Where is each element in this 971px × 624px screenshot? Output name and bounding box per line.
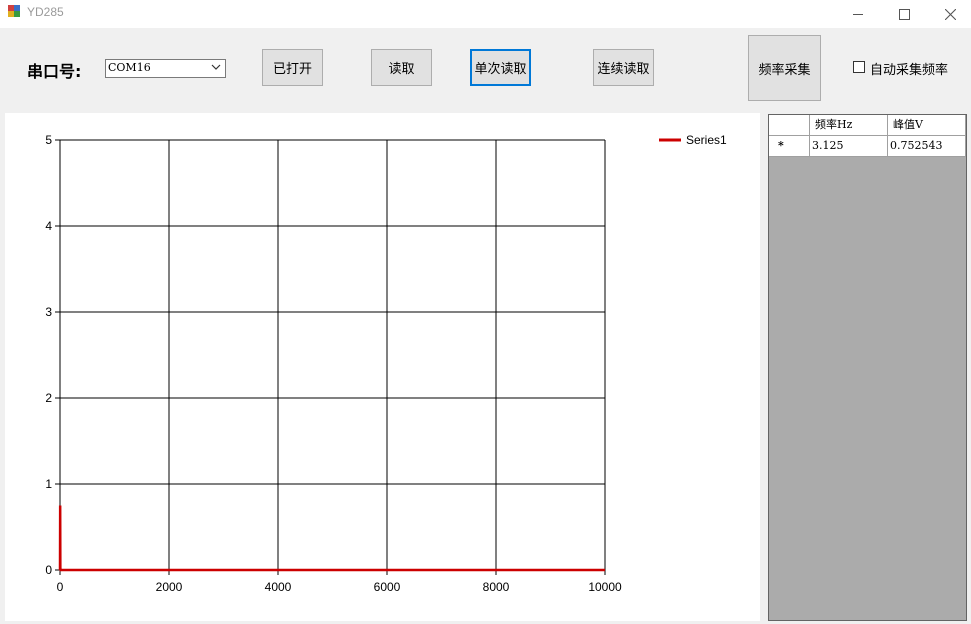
- table-row[interactable]: * 3.125 0.752543: [769, 136, 966, 157]
- auto-sample-checkbox[interactable]: [853, 61, 865, 73]
- chevron-down-icon[interactable]: [211, 62, 221, 72]
- grid-header-peak[interactable]: 峰值V: [888, 115, 966, 136]
- row-marker: *: [769, 136, 810, 157]
- auto-sample-label: 自动采集频率: [870, 63, 949, 78]
- open-port-button[interactable]: 已打开: [262, 49, 323, 86]
- minimize-button[interactable]: [835, 0, 881, 28]
- x-tick-label: 4000: [265, 580, 292, 594]
- y-tick-label: 5: [45, 133, 52, 147]
- minimize-icon: [853, 13, 863, 15]
- frequency-sample-button[interactable]: 频率采集: [748, 35, 821, 101]
- x-tick-label: 0: [57, 580, 64, 594]
- grid-header-row: 频率Hz 峰值V: [769, 115, 966, 136]
- x-tick-label: 8000: [483, 580, 510, 594]
- frequency-cell[interactable]: 3.125: [810, 136, 888, 157]
- title-bar: YD285: [0, 0, 971, 28]
- window-title: YD285: [27, 5, 64, 19]
- chart-panel: 0 2000 4000 6000 8000 10000 0 1 2 3 4 5 Series1: [5, 113, 760, 621]
- y-tick-label: 0: [45, 563, 52, 577]
- port-select-value: COM16: [108, 61, 151, 74]
- maximize-button[interactable]: [881, 0, 927, 28]
- y-tick-label: 3: [45, 305, 52, 319]
- y-tick-label: 1: [45, 477, 52, 491]
- x-tick-label: 2000: [156, 580, 183, 594]
- legend-label: Series1: [686, 133, 727, 147]
- series-line: [58, 505, 605, 572]
- close-icon: [944, 8, 956, 20]
- line-chart: 0 2000 4000 6000 8000 10000 0 1 2 3 4 5 Series1: [45, 133, 727, 594]
- x-tick-label: 10000: [588, 580, 622, 594]
- maximize-icon: [898, 8, 910, 20]
- port-select[interactable]: COM16: [105, 59, 226, 78]
- single-read-button[interactable]: 单次读取: [470, 49, 531, 86]
- y-tick-label: 2: [45, 391, 52, 405]
- grid-header-frequency[interactable]: 频率Hz: [810, 115, 888, 136]
- data-grid[interactable]: 频率Hz 峰值V * 3.125 0.752543: [768, 114, 967, 621]
- continuous-read-button[interactable]: 连续读取: [593, 49, 654, 86]
- peak-cell[interactable]: 0.752543: [888, 136, 966, 157]
- grid-header-corner: [769, 115, 810, 136]
- read-button[interactable]: 读取: [371, 49, 432, 86]
- x-tick-label: 6000: [374, 580, 401, 594]
- y-tick-label: 4: [45, 219, 52, 233]
- close-button[interactable]: [927, 0, 971, 28]
- port-label: 串口号:: [27, 62, 82, 81]
- app-icon: [8, 5, 21, 18]
